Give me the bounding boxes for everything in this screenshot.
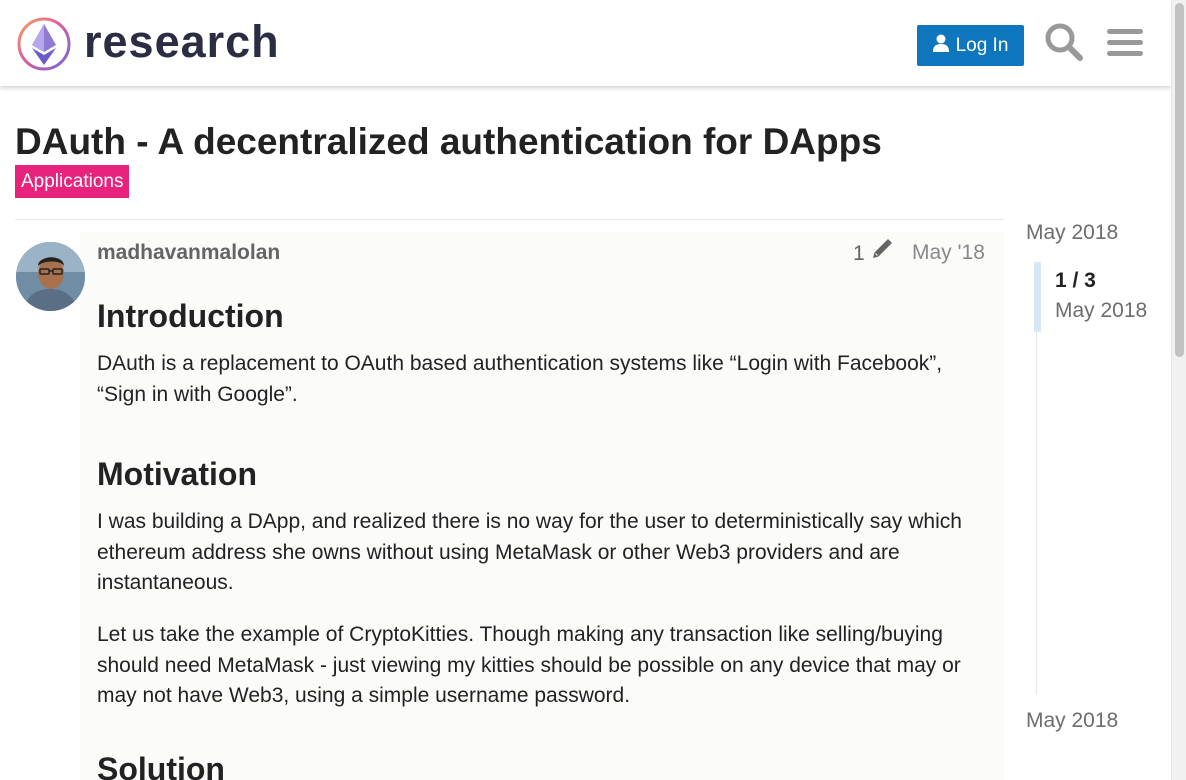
topic-title[interactable]: DAuth - A decentralized authentication f… [15,118,882,166]
edit-count: 1 [853,241,865,265]
heading-introduction: Introduction [97,298,284,334]
timeline-scroll-handle[interactable] [1034,262,1041,332]
category-badge[interactable]: Applications [15,165,130,198]
site-brand-name[interactable]: research [84,14,280,70]
paragraph-motivation-1: I was building a DApp, and realized ther… [97,510,962,594]
pencil-icon [871,238,893,269]
scrollbar-thumb[interactable] [1175,3,1184,357]
page: research Log In DAuth - A decentralized … [0,0,1171,780]
page-scrollbar[interactable] [1171,0,1186,780]
post-author[interactable]: madhavanmalolan [97,238,280,268]
login-button[interactable]: Log In [917,25,1024,66]
user-icon [932,34,949,58]
heading-motivation: Motivation [97,456,257,492]
search-icon[interactable] [1043,19,1085,65]
site-header: research Log In [0,0,1171,86]
timeline-start-date[interactable]: May 2018 [1026,218,1118,248]
login-button-label: Log In [955,34,1009,56]
paragraph-intro: DAuth is a replacement to OAuth based au… [97,352,943,406]
avatar[interactable] [16,242,85,311]
divider [15,219,1004,220]
hamburger-menu-icon[interactable] [1104,19,1146,65]
timeline-current-date: May 2018 [1055,299,1148,322]
site-logo-icon[interactable] [16,14,76,74]
edit-history-button[interactable]: 1 [853,238,893,269]
timeline-position: 1 / 3 [1055,269,1096,292]
post-date[interactable]: May '18 [912,238,985,268]
paragraph-motivation-2: Let us take the example of CryptoKitties… [97,623,961,707]
heading-solution: Solution [97,751,225,780]
timeline-end-date[interactable]: May 2018 [1026,706,1118,736]
